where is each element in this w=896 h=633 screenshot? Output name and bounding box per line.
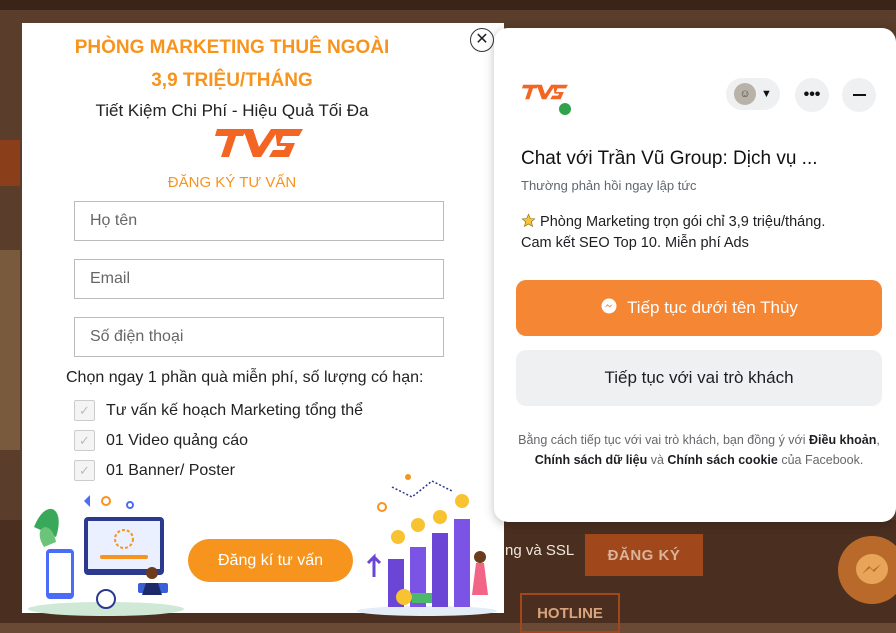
more-options-icon[interactable]: ••• <box>795 78 829 112</box>
register-heading: ĐĂNG KÝ TƯ VẤN <box>167 174 297 191</box>
email-field[interactable] <box>74 259 444 299</box>
greeting-message: Phòng Marketing trọn gói chỉ 3,9 triệu/t… <box>521 212 881 254</box>
growth-chart-illustration <box>352 467 502 622</box>
popup-subtitle: Tiết Kiệm Chi Phí - Hiệu Quả Tối Đa <box>95 101 369 120</box>
message-line-2: Cam kết SEO Top 10. Miễn phí Ads <box>521 235 749 251</box>
gift-label: 01 Video quảng cáo <box>106 431 249 449</box>
messenger-chat-panel: ☺ ▼ ••• Chat với Trần Vũ Group: Dịch vụ … <box>494 28 896 522</box>
tvg-logo <box>213 125 305 166</box>
cookie-policy-link[interactable]: Chính sách cookie <box>667 453 777 467</box>
background-hotline-button[interactable]: HOTLINE <box>520 593 620 633</box>
laptop-illustration <box>26 487 186 622</box>
gift-option-1[interactable]: ✓ Tư vấn kế hoạch Marketing tổng thể <box>74 400 363 421</box>
background-topbar <box>0 0 896 10</box>
caret-down-icon: ▼ <box>761 88 772 100</box>
terms-link[interactable]: Điều khoản <box>809 433 876 447</box>
popup-price: 3,9 TRIỆU/THÁNG <box>151 70 313 91</box>
avatar: ☺ <box>734 83 757 105</box>
continue-as-user-label: Tiếp tục dưới tên Thùy <box>627 298 798 317</box>
gift-label: 01 Banner/ Poster <box>106 461 235 479</box>
account-switcher-button[interactable]: ☺ ▼ <box>726 78 780 110</box>
gift-heading: Chọn ngay 1 phần quà miễn phí, số lượng … <box>66 369 424 386</box>
close-icon[interactable]: ✕ <box>470 28 494 52</box>
messenger-icon <box>600 297 618 320</box>
online-status-dot <box>557 101 573 117</box>
name-field[interactable] <box>74 201 444 241</box>
terms-notice: Bằng cách tiếp tục với vai trò khách, bạ… <box>518 433 880 467</box>
background-register-button[interactable]: ĐĂNG KÝ <box>585 534 703 576</box>
star-icon <box>521 213 540 230</box>
gift-label: Tư vấn kế hoạch Marketing tổng thể <box>106 401 364 419</box>
checkbox-icon[interactable]: ✓ <box>74 430 95 451</box>
gift-option-2[interactable]: ✓ 01 Video quảng cáo <box>74 430 248 451</box>
background-side-tab <box>0 140 20 186</box>
chat-title: Chat với Trần Vũ Group: Dịch vụ ... <box>521 148 818 169</box>
continue-as-user-button[interactable]: Tiếp tục dưới tên Thùy <box>516 280 882 336</box>
checkbox-icon[interactable]: ✓ <box>74 460 95 481</box>
submit-consultation-button[interactable]: Đăng kí tư vấn <box>188 539 353 582</box>
data-policy-link[interactable]: Chính sách dữ liệu <box>535 453 648 467</box>
minimize-icon[interactable] <box>842 78 876 112</box>
message-line-1: Phòng Marketing trọn gói chỉ 3,9 triệu/t… <box>540 214 826 230</box>
checkbox-icon[interactable]: ✓ <box>74 400 95 421</box>
background-side-banner <box>0 250 20 450</box>
background-ssl-text: ng và SSL <box>505 542 575 559</box>
continue-as-guest-button[interactable]: Tiếp tục với vai trò khách <box>516 350 882 406</box>
consultation-popup: PHÒNG MARKETING THUÊ NGOÀI 3,9 TRIỆU/THÁ… <box>22 23 504 616</box>
popup-title: PHÒNG MARKETING THUÊ NGOÀI <box>74 37 390 58</box>
phone-field[interactable] <box>74 317 444 357</box>
chat-status: Thường phản hồi ngay lập tức <box>521 178 697 193</box>
gift-option-3[interactable]: ✓ 01 Banner/ Poster <box>74 460 235 481</box>
